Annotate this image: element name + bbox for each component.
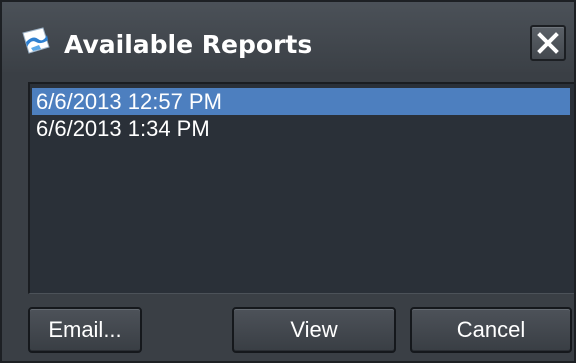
dialog-title: Available Reports	[64, 30, 313, 59]
report-list[interactable]: 6/6/2013 12:57 PM 6/6/2013 1:34 PM	[28, 82, 574, 294]
reports-app-icon	[20, 26, 52, 56]
email-button[interactable]: Email...	[28, 307, 142, 353]
report-list-item[interactable]: 6/6/2013 12:57 PM	[32, 88, 570, 115]
view-button[interactable]: View	[232, 307, 396, 353]
close-icon	[537, 32, 559, 54]
available-reports-dialog: Available Reports 6/6/2013 12:57 PM 6/6/…	[0, 0, 576, 363]
title-bar[interactable]: Available Reports	[2, 2, 574, 72]
report-list-item[interactable]: 6/6/2013 1:34 PM	[32, 115, 570, 142]
close-button[interactable]	[530, 25, 566, 61]
cancel-button[interactable]: Cancel	[410, 307, 572, 353]
